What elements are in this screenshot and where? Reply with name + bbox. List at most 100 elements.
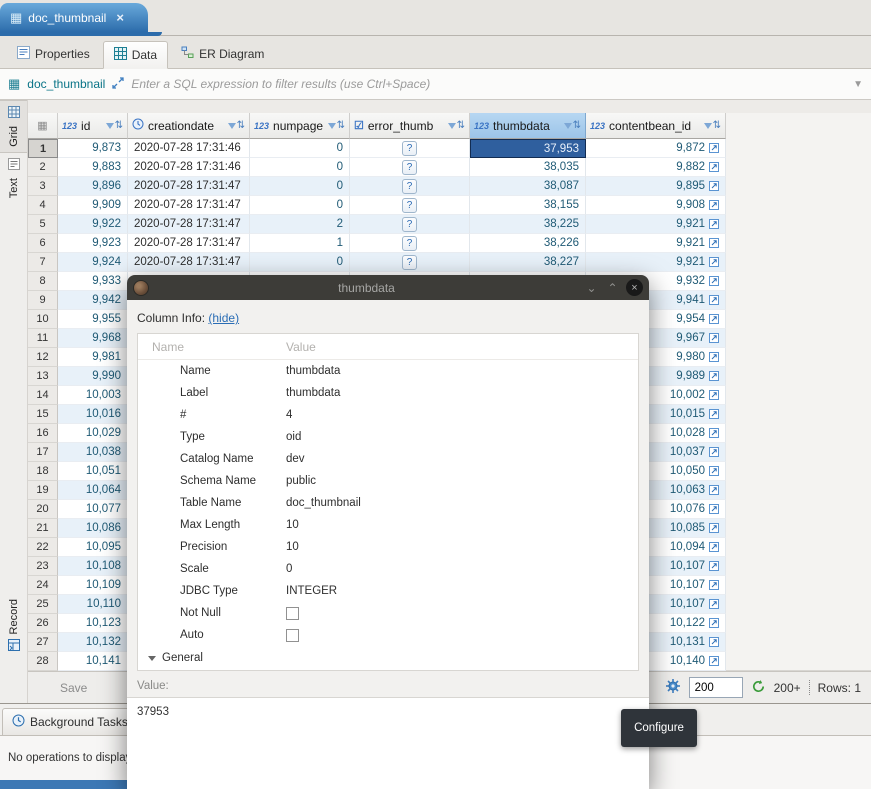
external-link-icon[interactable] <box>709 181 719 191</box>
cell-contentbean-id[interactable]: 9,872 <box>586 139 726 158</box>
column-header-contentbean_id[interactable]: 123 contentbean_id ⇅ <box>586 113 726 139</box>
filter-menu-icon[interactable]: ▼ <box>853 79 863 90</box>
external-link-icon[interactable] <box>709 314 719 324</box>
save-button[interactable]: Save <box>60 681 87 695</box>
external-link-icon[interactable] <box>709 523 719 533</box>
row-number[interactable]: 12 <box>28 348 58 367</box>
external-link-icon[interactable] <box>709 295 719 305</box>
external-link-icon[interactable] <box>709 447 719 457</box>
cell-id[interactable]: 9,924 <box>58 253 128 272</box>
external-link-icon[interactable] <box>709 390 719 400</box>
cell-contentbean-id[interactable]: 9,908 <box>586 196 726 215</box>
column-header-creationdate[interactable]: creationdate ⇅ <box>128 113 250 139</box>
cell-id[interactable]: 10,064 <box>58 481 128 500</box>
cell-thumbdata[interactable]: 38,035 <box>470 158 586 177</box>
tab-data[interactable]: Data <box>102 41 169 69</box>
cell-id[interactable]: 10,051 <box>58 462 128 481</box>
cell-id[interactable]: 9,896 <box>58 177 128 196</box>
row-number[interactable]: 23 <box>28 557 58 576</box>
external-link-icon[interactable] <box>709 580 719 590</box>
cell-id[interactable]: 10,077 <box>58 500 128 519</box>
column-header-error_thumb[interactable]: ☑ error_thumb ⇅ <box>350 113 470 139</box>
grid-corner-cell[interactable]: ▦ <box>28 113 58 139</box>
editor-tab-doc-thumbnail[interactable]: ▦ doc_thumbnail × <box>0 3 148 32</box>
tab-properties[interactable]: Properties <box>6 40 101 68</box>
cell-id[interactable]: 9,873 <box>58 139 128 158</box>
gear-icon[interactable] <box>665 678 681 697</box>
cell-creationdate[interactable]: 2020-07-28 17:31:47 <box>128 234 250 253</box>
property-row[interactable]: Schema Name public <box>138 470 638 492</box>
row-number[interactable]: 14 <box>28 386 58 405</box>
external-link-icon[interactable] <box>709 276 719 286</box>
cell-id[interactable]: 9,968 <box>58 329 128 348</box>
external-link-icon[interactable] <box>709 504 719 514</box>
cell-contentbean-id[interactable]: 9,921 <box>586 215 726 234</box>
property-row[interactable]: Not Null <box>138 602 638 624</box>
unknown-value-button[interactable]: ? <box>402 235 417 251</box>
dialog-titlebar[interactable]: thumbdata ⌄ ⌃ × <box>127 275 649 300</box>
column-header-thumbdata[interactable]: 123 thumbdata ⇅ <box>470 113 586 139</box>
hide-link[interactable]: (hide) <box>208 311 239 325</box>
property-row[interactable]: Max Length 10 <box>138 514 638 536</box>
external-link-icon[interactable] <box>709 333 719 343</box>
cell-creationdate[interactable]: 2020-07-28 17:31:47 <box>128 253 250 272</box>
row-number[interactable]: 6 <box>28 234 58 253</box>
external-link-icon[interactable] <box>709 219 719 229</box>
cell-error-thumb[interactable]: ? <box>350 177 470 196</box>
cell-numpage[interactable]: 1 <box>250 234 350 253</box>
row-number[interactable]: 17 <box>28 443 58 462</box>
cell-numpage[interactable]: 0 <box>250 196 350 215</box>
cell-id[interactable]: 9,990 <box>58 367 128 386</box>
cell-creationdate[interactable]: 2020-07-28 17:31:47 <box>128 215 250 234</box>
close-tab-icon[interactable]: × <box>116 10 124 25</box>
general-category-row[interactable]: General <box>138 646 638 670</box>
cell-error-thumb[interactable]: ? <box>350 158 470 177</box>
external-link-icon[interactable] <box>709 561 719 571</box>
cell-id[interactable]: 10,123 <box>58 614 128 633</box>
property-row[interactable]: Auto <box>138 624 638 646</box>
unknown-value-button[interactable]: ? <box>402 159 417 175</box>
property-row[interactable]: Type oid <box>138 426 638 448</box>
filter-sort-icon[interactable]: ⇅ <box>105 120 123 131</box>
property-row[interactable]: Table Name doc_thumbnail <box>138 492 638 514</box>
row-number[interactable]: 1 <box>28 139 58 158</box>
cell-thumbdata[interactable]: 37,953 <box>470 139 586 158</box>
row-number[interactable]: 19 <box>28 481 58 500</box>
cell-id[interactable]: 9,883 <box>58 158 128 177</box>
row-number[interactable]: 9 <box>28 291 58 310</box>
filter-sort-icon[interactable]: ⇅ <box>447 120 465 131</box>
unknown-value-button[interactable]: ? <box>402 178 417 194</box>
cell-thumbdata[interactable]: 38,087 <box>470 177 586 196</box>
cell-id[interactable]: 9,922 <box>58 215 128 234</box>
external-link-icon[interactable] <box>709 656 719 666</box>
record-mode-button[interactable]: Record <box>0 594 27 659</box>
checkbox[interactable] <box>286 606 299 620</box>
chevron-up-icon[interactable]: ⌃ <box>605 282 620 294</box>
external-link-icon[interactable] <box>709 409 719 419</box>
cell-id[interactable]: 10,003 <box>58 386 128 405</box>
tab-er-diagram[interactable]: ER Diagram <box>170 40 275 68</box>
cell-value-viewer[interactable]: 37953 <box>127 697 649 789</box>
filter-sort-icon[interactable]: ⇅ <box>327 120 345 131</box>
external-link-icon[interactable] <box>709 162 719 172</box>
chevron-down-icon[interactable]: ⌄ <box>584 282 599 294</box>
cell-id[interactable]: 10,132 <box>58 633 128 652</box>
cell-id[interactable]: 9,933 <box>58 272 128 291</box>
external-link-icon[interactable] <box>709 238 719 248</box>
cell-id[interactable]: 9,955 <box>58 310 128 329</box>
cell-thumbdata[interactable]: 38,225 <box>470 215 586 234</box>
cell-contentbean-id[interactable]: 9,921 <box>586 234 726 253</box>
cell-error-thumb[interactable]: ? <box>350 139 470 158</box>
cell-id[interactable]: 10,109 <box>58 576 128 595</box>
row-number[interactable]: 24 <box>28 576 58 595</box>
fetch-more-button[interactable]: 200+ <box>774 681 801 695</box>
checkbox[interactable] <box>286 628 299 642</box>
cell-creationdate[interactable]: 2020-07-28 17:31:47 <box>128 177 250 196</box>
cell-error-thumb[interactable]: ? <box>350 196 470 215</box>
property-row[interactable]: Precision 10 <box>138 536 638 558</box>
fetch-next-icon[interactable] <box>751 679 766 697</box>
cell-error-thumb[interactable]: ? <box>350 215 470 234</box>
fetch-size-input[interactable] <box>688 677 743 698</box>
cell-creationdate[interactable]: 2020-07-28 17:31:46 <box>128 158 250 177</box>
external-link-icon[interactable] <box>709 200 719 210</box>
